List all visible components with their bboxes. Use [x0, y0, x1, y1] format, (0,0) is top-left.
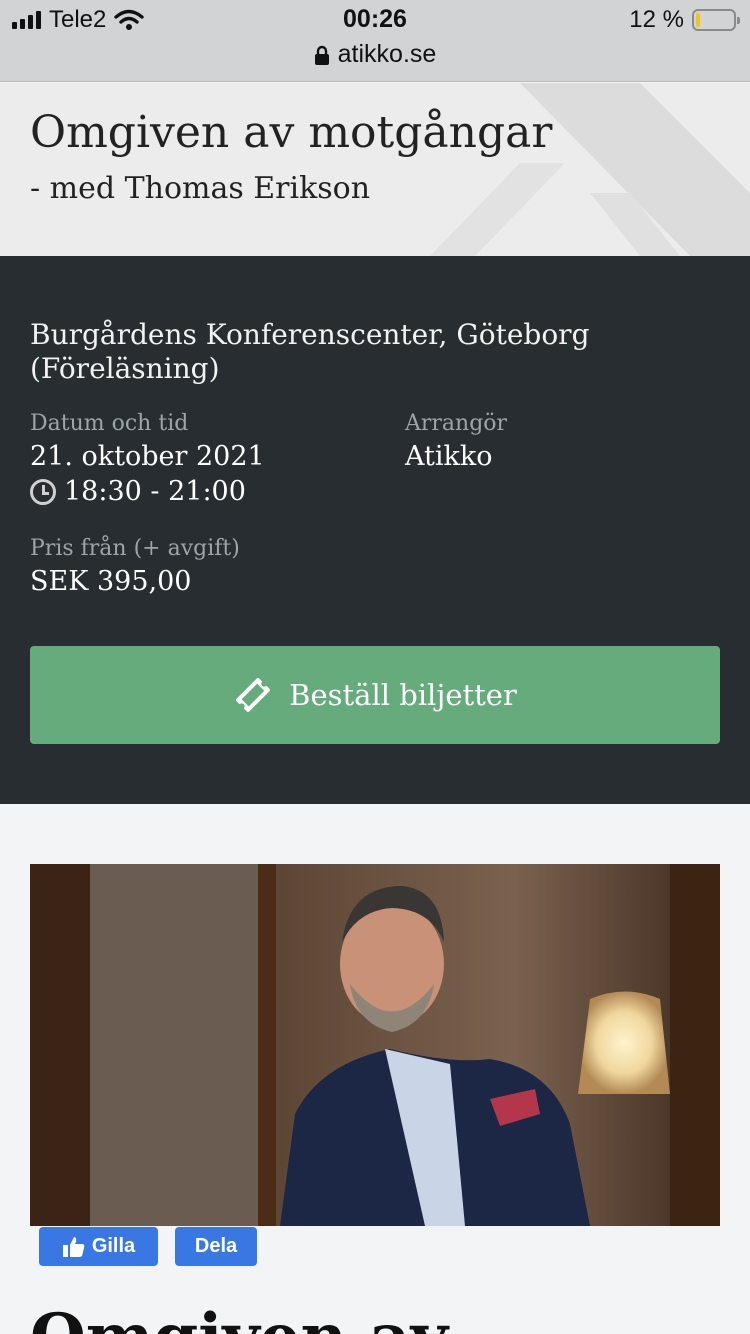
price-value: SEK 395,00	[30, 566, 192, 597]
facebook-share-button[interactable]: Dela	[175, 1227, 257, 1266]
date-label: Datum och tid	[30, 411, 189, 436]
status-bar: Tele2 00:26 12 % atikko.se	[0, 0, 750, 82]
event-venue: Burgårdens Konferenscenter, Göteborg (Fö…	[30, 318, 590, 385]
thumbs-up-icon	[62, 1236, 85, 1257]
event-subtitle: - med Thomas Erikson	[30, 171, 371, 206]
battery-icon	[692, 9, 740, 31]
battery-percent: 12 %	[629, 6, 684, 33]
like-label: Gilla	[91, 1235, 136, 1257]
ticket-icon	[236, 678, 271, 712]
share-label: Dela	[194, 1235, 238, 1257]
order-tickets-label: Beställ biljetter	[289, 678, 517, 712]
organizer-label: Arrangör	[405, 411, 508, 436]
facebook-like-button[interactable]: Gilla	[39, 1227, 158, 1266]
organizer-name: Atikko	[405, 441, 493, 472]
event-info-panel: Burgårdens Konferenscenter, Göteborg (Fö…	[0, 256, 750, 804]
price-label: Pris från (+ avgift)	[30, 536, 240, 561]
event-title: Omgiven av motgångar	[30, 107, 553, 158]
event-header: Omgiven av motgångar - med Thomas Erikso…	[0, 83, 750, 256]
speaker-photo	[30, 864, 720, 1226]
address-bar[interactable]: atikko.se	[0, 40, 750, 69]
battery-info: 12 %	[629, 6, 740, 34]
clock-icon	[30, 478, 56, 505]
event-time-row: 18:30 - 21:00	[30, 476, 246, 507]
order-tickets-button[interactable]: Beställ biljetter	[30, 646, 720, 744]
lock-icon	[314, 45, 329, 65]
event-time: 18:30 - 21:00	[64, 476, 246, 507]
event-date: 21. oktober 2021	[30, 441, 265, 472]
url-text: atikko.se	[337, 40, 437, 68]
content-heading: Omgiven av	[30, 1300, 448, 1334]
